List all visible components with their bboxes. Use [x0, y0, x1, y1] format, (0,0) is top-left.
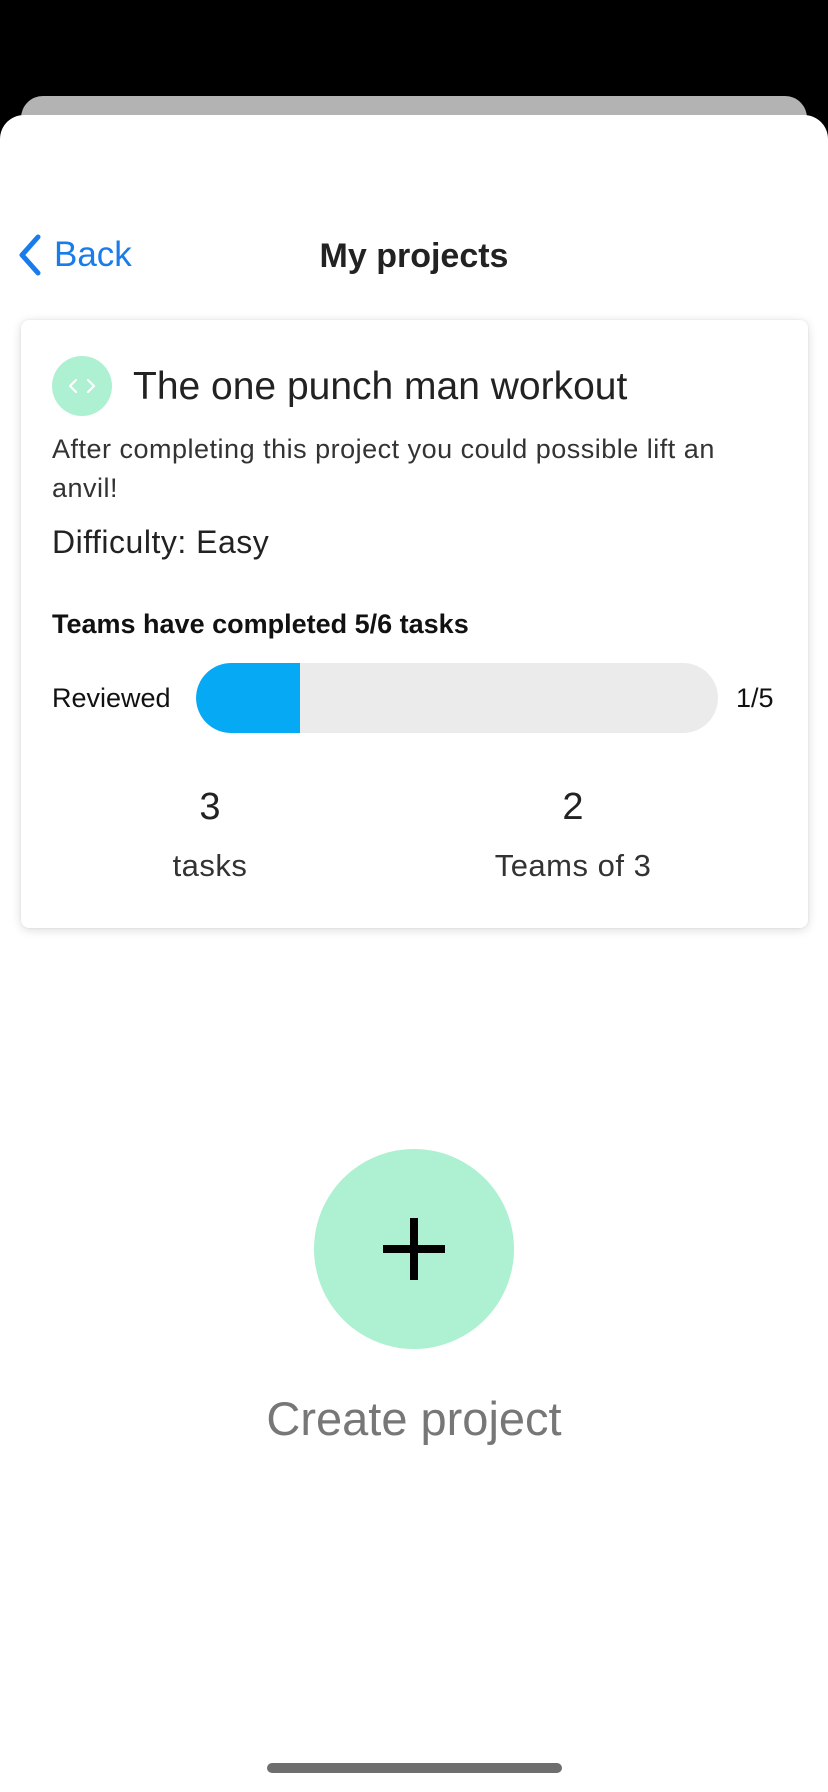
create-project-button[interactable]: [314, 1149, 514, 1349]
stat-tasks-label: tasks: [172, 848, 248, 883]
stat-tasks-value: 3: [199, 786, 221, 828]
project-card[interactable]: The one punch man workout After completi…: [21, 320, 808, 928]
plus-icon: [383, 1218, 445, 1280]
code-brackets-icon: [52, 356, 112, 416]
home-indicator: [267, 1763, 562, 1773]
page-title: My projects: [319, 237, 509, 275]
reviewed-label: Reviewed: [52, 683, 171, 713]
review-progress-fill: [196, 663, 301, 733]
completion-summary: Teams have completed 5/6 tasks: [52, 609, 469, 639]
stat-teams: 2 Teams of 3: [423, 782, 723, 888]
project-title: The one punch man workout: [133, 365, 628, 408]
review-progress-bar: [196, 663, 718, 733]
stat-teams-value: 2: [562, 786, 584, 828]
create-project-label: Create project: [266, 1392, 562, 1445]
project-difficulty: Difficulty: Easy: [52, 524, 270, 560]
project-description: After completing this project you could …: [52, 434, 715, 503]
stat-teams-label: Teams of 3: [494, 848, 652, 883]
stat-tasks: 3 tasks: [60, 782, 360, 888]
review-progress-count: 1/5: [736, 683, 774, 713]
